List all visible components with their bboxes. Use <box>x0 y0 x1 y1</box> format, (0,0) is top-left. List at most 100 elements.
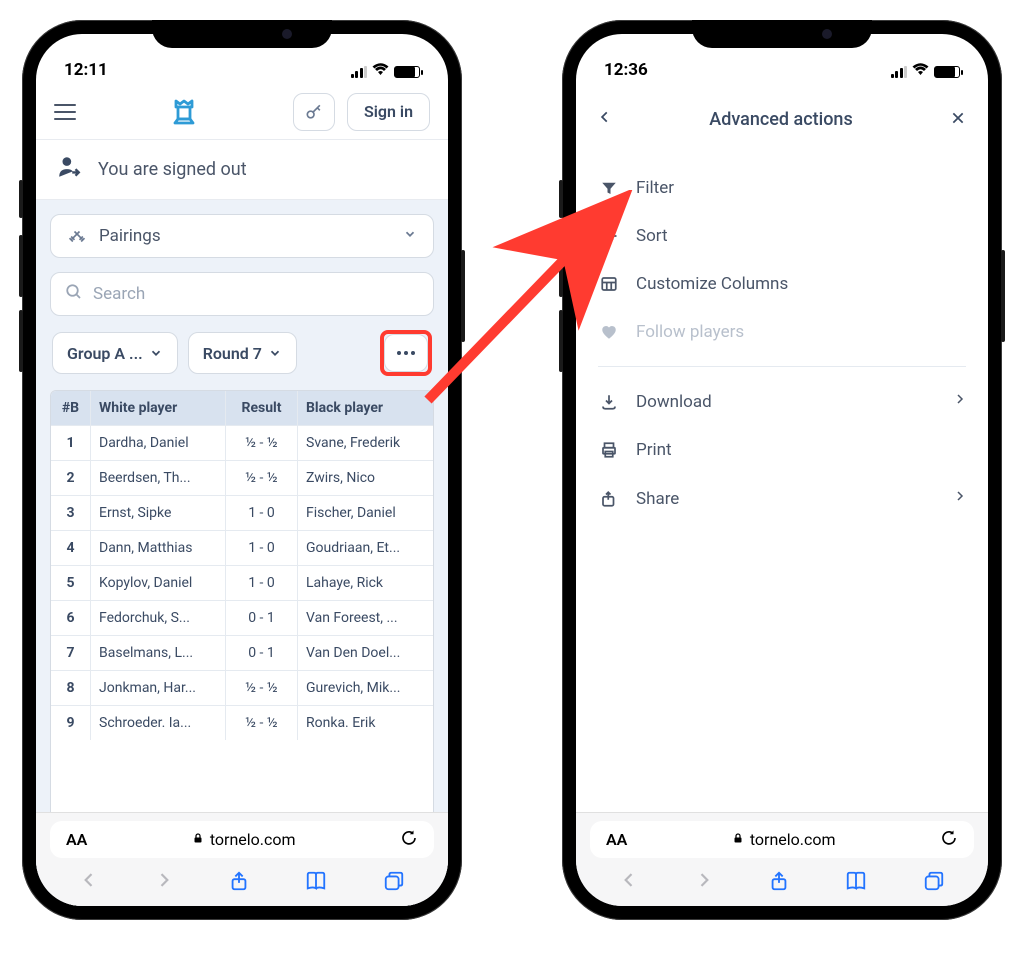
advanced-actions-menu: Filter Sort Customize Columns Follow player… <box>576 154 988 533</box>
text-size-button[interactable]: AA <box>606 830 627 849</box>
signed-out-banner: You are signed out <box>36 140 448 200</box>
col-white[interactable]: White player <box>91 391 226 425</box>
clock: 12:11 <box>64 60 108 80</box>
col-black[interactable]: Black player <box>298 391 433 425</box>
follow-icon <box>598 323 620 341</box>
forward-icon[interactable] <box>154 870 174 898</box>
tabs-icon[interactable] <box>923 870 945 898</box>
main-content: Pairings Search Group A ... <box>36 200 448 906</box>
menu-label: Share <box>636 489 679 509</box>
bookmarks-icon[interactable] <box>304 870 328 898</box>
safari-chrome: AA tornelo.com <box>36 812 448 906</box>
table-row[interactable]: 1Dardha, Daniel½ - ½Svane, Frederik <box>51 425 433 460</box>
menu-item-columns[interactable]: Customize Columns <box>598 260 966 308</box>
cell-board: 7 <box>51 636 91 670</box>
cell-white: Dardha, Daniel <box>91 426 226 460</box>
cell-white: Baselmans, L... <box>91 636 226 670</box>
table-row[interactable]: 4Dann, Matthias1 - 0Goudriaan, Et... <box>51 530 433 565</box>
menu-icon[interactable] <box>54 104 76 120</box>
phone-right: 12:36 Advanced actions <box>562 20 1002 920</box>
menu-item-print[interactable]: Print <box>598 426 966 474</box>
tornelo-logo[interactable] <box>88 97 281 127</box>
forward-icon[interactable] <box>694 870 714 898</box>
back-icon[interactable] <box>598 107 612 131</box>
menu-label: Print <box>636 440 672 460</box>
sheet-header: Advanced actions <box>576 84 988 154</box>
menu-item-download[interactable]: Download <box>598 377 966 426</box>
cell-white: Ernst, Sipke <box>91 496 226 530</box>
cell-black: Fischer, Daniel <box>298 496 433 530</box>
table-row[interactable]: 7Baselmans, L...0 - 1Van Den Doel... <box>51 635 433 670</box>
group-selector[interactable]: Group A ... <box>52 332 178 374</box>
cell-board: 4 <box>51 531 91 565</box>
table-row[interactable]: 9Schroeder. Ia...½ - ½Ronka. Erik <box>51 705 433 740</box>
close-icon[interactable] <box>950 107 966 131</box>
menu-label: Customize Columns <box>636 274 788 294</box>
menu-label: Sort <box>636 226 668 246</box>
cell-board: 8 <box>51 671 91 705</box>
cell-black: Van Den Doel... <box>298 636 433 670</box>
cell-result: 0 - 1 <box>226 601 298 635</box>
menu-item-sort[interactable]: Sort <box>598 212 966 260</box>
cell-white: Beerdsen, Th... <box>91 461 226 495</box>
phone-left: 12:11 <box>22 20 462 920</box>
table-row[interactable]: 2Beerdsen, Th...½ - ½Zwirs, Nico <box>51 460 433 495</box>
view-label: Pairings <box>99 226 161 246</box>
table-row[interactable]: 3Ernst, Sipke1 - 0Fischer, Daniel <box>51 495 433 530</box>
text-size-button[interactable]: AA <box>66 830 87 849</box>
back-icon[interactable] <box>79 870 99 898</box>
wifi-icon <box>912 63 929 80</box>
cell-black: Van Foreest, ... <box>298 601 433 635</box>
table-header-row: #B White player Result Black player <box>51 391 433 425</box>
wifi-icon <box>372 63 389 80</box>
reload-icon[interactable] <box>400 829 418 851</box>
menu-item-filter[interactable]: Filter <box>598 164 966 212</box>
chevron-right-icon <box>954 391 966 412</box>
safari-tabbar <box>576 866 988 906</box>
share-icon[interactable] <box>228 870 250 898</box>
battery-icon <box>934 66 960 78</box>
reload-icon[interactable] <box>940 829 958 851</box>
table-row[interactable]: 6Fedorchuk, S...0 - 1Van Foreest, ... <box>51 600 433 635</box>
search-input[interactable]: Search <box>50 272 434 316</box>
cell-black: Gurevich, Mik... <box>298 671 433 705</box>
chevron-down-icon <box>268 346 282 360</box>
print-icon <box>598 441 620 459</box>
signin-button[interactable]: Sign in <box>347 93 430 131</box>
cell-board: 5 <box>51 566 91 600</box>
share-icon[interactable] <box>768 870 790 898</box>
table-row[interactable]: 5Kopylov, Daniel1 - 0Lahaye, Rick <box>51 565 433 600</box>
cell-white: Fedorchuk, S... <box>91 601 226 635</box>
menu-label: Follow players <box>636 322 744 342</box>
col-board[interactable]: #B <box>51 391 91 425</box>
url-bar[interactable]: AA tornelo.com <box>590 821 974 858</box>
round-selector[interactable]: Round 7 <box>188 332 297 374</box>
signal-icon <box>891 66 908 78</box>
view-selector[interactable]: Pairings <box>50 214 434 258</box>
url-bar[interactable]: AA tornelo.com <box>50 821 434 858</box>
cell-result: ½ - ½ <box>226 671 298 705</box>
user-out-icon <box>56 154 82 185</box>
cell-board: 3 <box>51 496 91 530</box>
table-row[interactable]: 8Jonkman, Har...½ - ½Gurevich, Mik... <box>51 670 433 705</box>
cell-white: Jonkman, Har... <box>91 671 226 705</box>
app-header: Sign in <box>36 84 448 140</box>
back-icon[interactable] <box>619 870 639 898</box>
key-button[interactable] <box>293 93 335 131</box>
chevron-down-icon <box>149 346 163 360</box>
annotation-highlight <box>380 330 432 376</box>
menu-item-share[interactable]: Share <box>598 474 966 523</box>
columns-icon <box>598 275 620 293</box>
more-actions-button[interactable] <box>384 334 428 372</box>
bookmarks-icon[interactable] <box>844 870 868 898</box>
lock-icon <box>732 830 744 849</box>
col-result[interactable]: Result <box>226 391 298 425</box>
download-icon <box>598 393 620 411</box>
cell-board: 1 <box>51 426 91 460</box>
cell-black: Zwirs, Nico <box>298 461 433 495</box>
menu-item-follow: Follow players <box>598 308 966 356</box>
tabs-icon[interactable] <box>383 870 405 898</box>
cell-result: 1 - 0 <box>226 531 298 565</box>
cell-black: Svane, Frederik <box>298 426 433 460</box>
filter-icon <box>598 179 620 197</box>
